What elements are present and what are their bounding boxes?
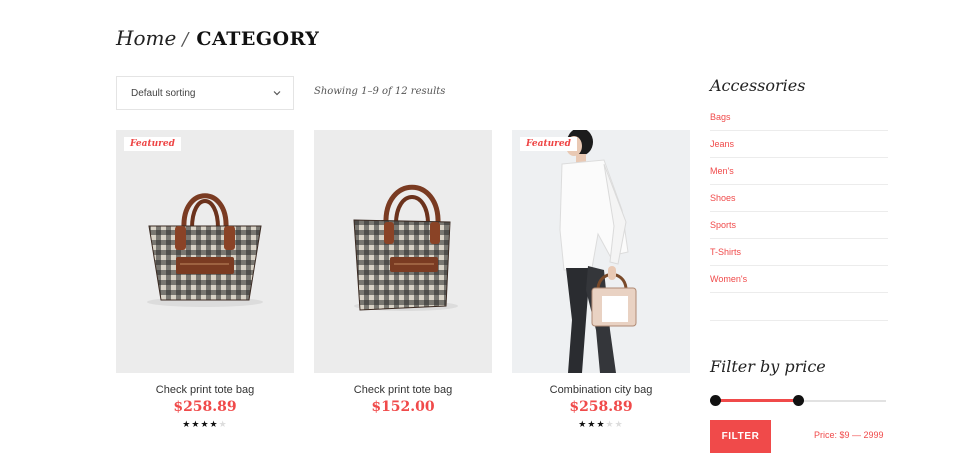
breadcrumb: Home / CATEGORY <box>116 26 319 54</box>
filter-by-price-heading: Filter by price <box>710 357 826 376</box>
category-list: Bags Jeans Men's Shoes Sports T-Shirts W… <box>710 104 888 293</box>
product-card[interactable]: Featured Check print tote bag $258.89 ★★… <box>116 130 294 431</box>
category-link-jeans[interactable]: Jeans <box>710 131 888 158</box>
category-link-shoes[interactable]: Shoes <box>710 185 888 212</box>
slider-max-handle[interactable] <box>793 395 804 406</box>
slider-min-handle[interactable] <box>710 395 721 406</box>
product-price: $258.89 <box>173 399 237 415</box>
product-image[interactable]: Featured <box>116 130 294 373</box>
accessories-heading: Accessories <box>710 76 806 95</box>
category-link-womens[interactable]: Women's <box>710 266 888 293</box>
product-image[interactable] <box>314 130 492 373</box>
product-name[interactable]: Check print tote bag <box>116 384 294 396</box>
star-filled-icon: ★ <box>182 419 192 429</box>
product-card[interactable]: Check print tote bag $152.00 <box>314 130 492 415</box>
category-link-bags[interactable]: Bags <box>710 104 888 131</box>
page-title: CATEGORY <box>196 28 320 50</box>
product-image-tote-bag <box>116 130 294 373</box>
slider-selected-range <box>715 399 798 402</box>
product-image[interactable]: Featured <box>512 130 690 373</box>
sort-select-value: Default sorting <box>131 87 196 99</box>
category-link-t-shirts[interactable]: T-Shirts <box>710 239 888 266</box>
chevron-down-icon <box>273 90 281 96</box>
price-range-slider[interactable] <box>710 393 886 409</box>
star-empty-icon: ★ <box>218 419 228 429</box>
product-price: $152.00 <box>371 399 435 415</box>
product-image-tote-bag-angled <box>314 130 492 373</box>
sort-select[interactable]: Default sorting <box>116 76 294 110</box>
star-filled-icon: ★ <box>209 419 219 429</box>
product-image-model-with-bag <box>512 130 690 373</box>
sidebar-divider <box>710 320 888 321</box>
star-filled-icon: ★ <box>578 419 588 429</box>
breadcrumb-home-link[interactable]: Home <box>116 26 176 50</box>
product-name[interactable]: Check print tote bag <box>314 384 492 396</box>
featured-badge: Featured <box>124 137 181 151</box>
breadcrumb-separator: / <box>182 29 189 50</box>
rating-stars: ★★★★★ <box>116 417 294 431</box>
product-price: $258.89 <box>569 399 633 415</box>
price-range-label: Price: $9 — 2999 <box>814 430 884 440</box>
filter-button[interactable]: FILTER <box>710 420 771 453</box>
rating-stars: ★★★★★ <box>512 417 690 431</box>
category-link-mens[interactable]: Men's <box>710 158 888 185</box>
category-link-sports[interactable]: Sports <box>710 212 888 239</box>
star-filled-icon: ★ <box>200 419 210 429</box>
product-card[interactable]: Featured Combination city bag $258.89 ★★… <box>512 130 690 431</box>
star-empty-icon: ★ <box>605 419 615 429</box>
star-empty-icon: ★ <box>614 419 624 429</box>
featured-badge: Featured <box>520 137 577 151</box>
product-name[interactable]: Combination city bag <box>512 384 690 396</box>
results-count: Showing 1–9 of 12 results <box>314 86 446 97</box>
star-filled-icon: ★ <box>596 419 606 429</box>
